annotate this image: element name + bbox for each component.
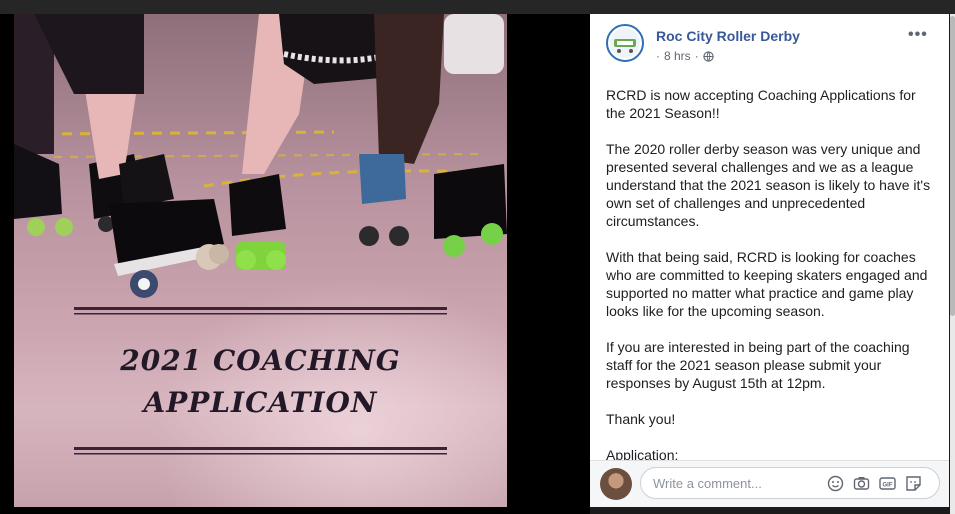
photo-viewer: 2021 COACHING APPLICATION	[0, 14, 590, 514]
scrollbar-thumb[interactable]	[950, 16, 955, 316]
post-text: RCRD is now accepting Coaching Applicati…	[606, 86, 936, 482]
emoji-icon[interactable]	[827, 475, 844, 492]
dot-separator: ·	[656, 49, 660, 63]
page-avatar[interactable]	[606, 24, 644, 62]
comment-tools: GIF	[827, 475, 922, 492]
panel-scrollbar[interactable]	[950, 14, 955, 514]
sticker-icon[interactable]	[905, 475, 922, 492]
post-paragraph: If you are interested in being part of t…	[606, 339, 910, 391]
poster-title-line1: 2021 COACHING	[120, 344, 401, 377]
post-paragraph: With that being said, RCRD is looking fo…	[606, 249, 928, 319]
comment-input[interactable]: Write a comment... GIF	[640, 467, 940, 499]
post-photo[interactable]: 2021 COACHING APPLICATION	[14, 14, 507, 507]
dot-separator: ·	[694, 49, 699, 63]
user-avatar[interactable]	[600, 468, 632, 500]
comment-bar: Write a comment... GIF	[590, 460, 949, 507]
camera-icon[interactable]	[853, 475, 870, 492]
page-name-link[interactable]: Roc City Roller Derby	[656, 28, 800, 44]
post-meta: · 8 hrs ·	[656, 49, 714, 63]
photo-scene	[14, 14, 507, 455]
post-time[interactable]: 8 hrs	[664, 49, 691, 63]
svg-text:GIF: GIF	[883, 483, 893, 489]
post-paragraph: RCRD is now accepting Coaching Applicati…	[606, 87, 916, 121]
globe-icon[interactable]	[703, 50, 714, 62]
top-bar	[0, 0, 955, 14]
more-options-button[interactable]: •••	[908, 26, 928, 44]
gif-icon[interactable]: GIF	[879, 475, 896, 492]
roller-derby-logo-icon	[610, 28, 640, 58]
post-panel: Roc City Roller Derby · 8 hrs · ••• RCRD…	[590, 14, 949, 507]
post-header: Roc City Roller Derby · 8 hrs · •••	[606, 24, 936, 74]
comment-placeholder: Write a comment...	[653, 476, 762, 491]
post-paragraph: The 2020 roller derby season was very un…	[606, 141, 931, 229]
poster-title-line2: APPLICATION	[143, 386, 378, 419]
post-paragraph: Thank you!	[606, 411, 676, 427]
